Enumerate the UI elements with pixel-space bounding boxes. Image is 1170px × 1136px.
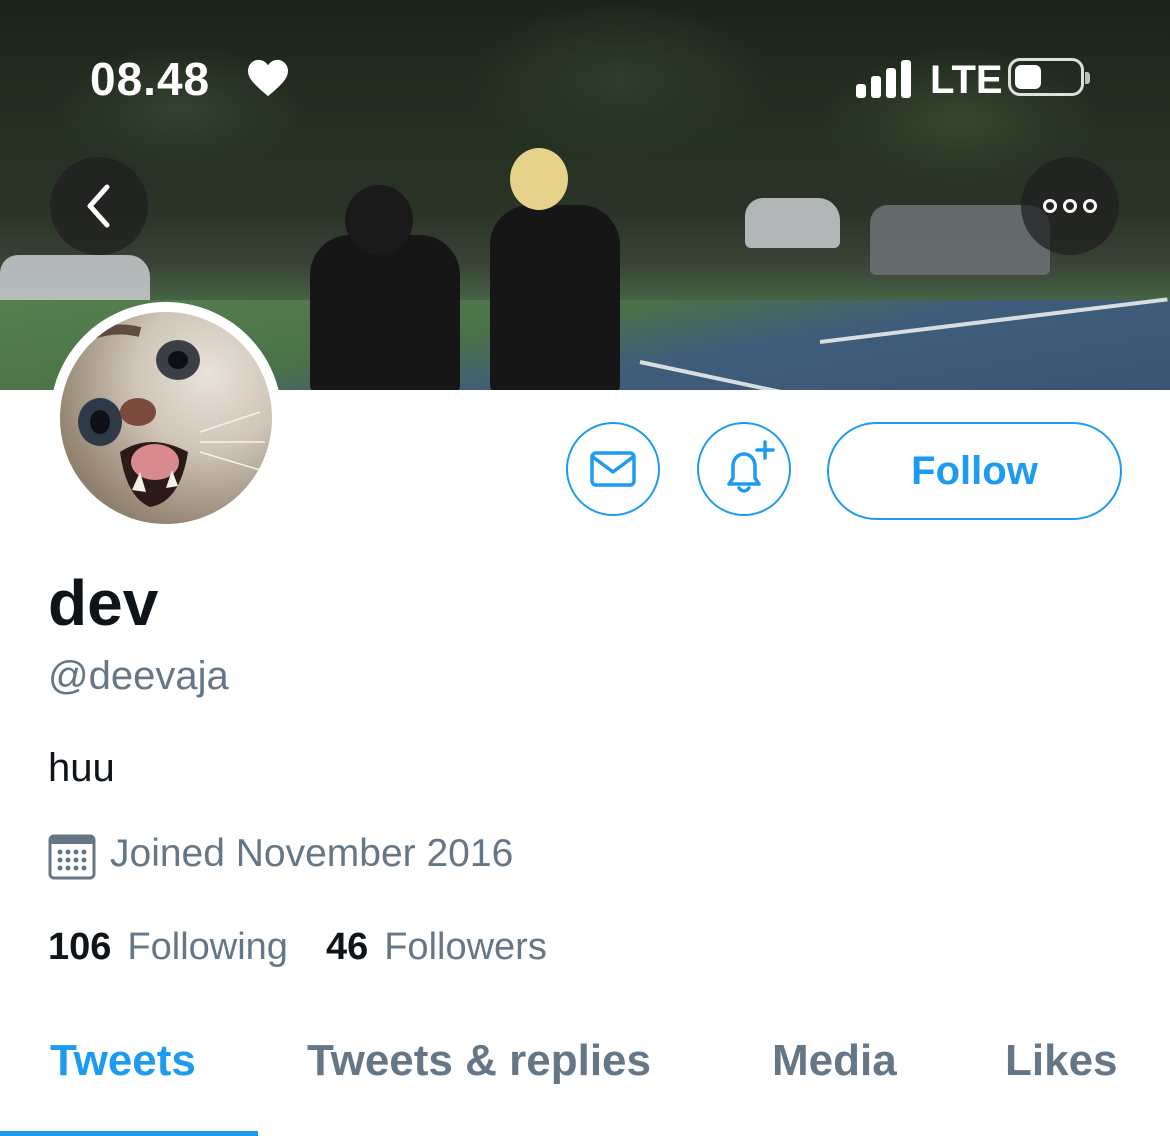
- profile-bio: huu: [48, 746, 115, 790]
- heart-icon: [248, 59, 288, 97]
- ellipsis-icon: [1043, 199, 1097, 213]
- chevron-left-icon: [87, 184, 110, 228]
- follow-button[interactable]: Follow: [827, 422, 1122, 520]
- followers-label: Followers: [384, 926, 547, 968]
- banner-person: [490, 205, 620, 390]
- following-label: Following: [127, 926, 288, 968]
- followers-count: 46: [325, 926, 369, 968]
- bell-plus-icon: [727, 440, 775, 493]
- tab-tweets[interactable]: Tweets: [50, 1036, 196, 1086]
- username-handle: @deevaja: [48, 654, 229, 698]
- message-button[interactable]: [566, 422, 660, 516]
- tab-likes[interactable]: Likes: [1005, 1036, 1118, 1086]
- status-time: 08.48: [90, 53, 211, 105]
- banner-head: [345, 185, 413, 255]
- battery-icon: [1008, 58, 1090, 96]
- notifications-button[interactable]: [697, 422, 791, 516]
- mail-icon: [590, 451, 636, 487]
- avatar-image: [60, 312, 272, 524]
- follow-stats: 106 Following 46 Followers: [48, 926, 585, 969]
- joined-date: Joined November 2016: [110, 832, 514, 875]
- signal-icon: [856, 58, 916, 98]
- avatar[interactable]: [50, 302, 282, 534]
- tab-media[interactable]: Media: [772, 1036, 897, 1086]
- display-name: dev: [48, 567, 159, 639]
- tab-tweets-and-replies[interactable]: Tweets & replies: [307, 1036, 651, 1086]
- banner-car: [745, 198, 840, 248]
- more-options-button[interactable]: [1021, 157, 1119, 255]
- banner-head: [510, 148, 568, 210]
- active-tab-indicator: [0, 1131, 258, 1136]
- back-button[interactable]: [50, 157, 148, 255]
- following-count: 106: [48, 926, 112, 968]
- following-link[interactable]: 106 Following: [48, 926, 326, 969]
- banner-person: [310, 235, 460, 390]
- followers-link[interactable]: 46 Followers: [326, 926, 585, 969]
- network-label: LTE: [930, 58, 1003, 102]
- calendar-icon: [48, 834, 96, 880]
